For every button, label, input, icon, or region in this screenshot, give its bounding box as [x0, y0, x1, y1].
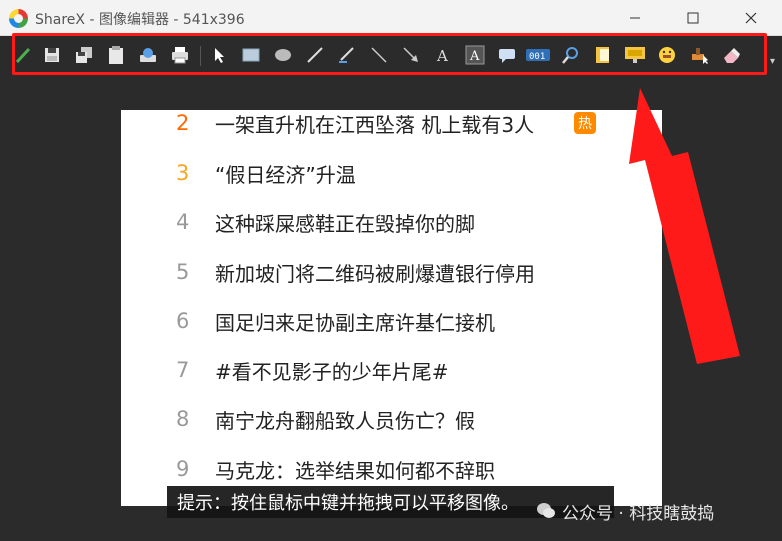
wechat-icon — [537, 503, 555, 518]
watermark: 公众号 · 科技瞎鼓捣 — [536, 498, 714, 524]
watermark-text: 公众号 · 科技瞎鼓捣 — [562, 503, 715, 524]
annotation-arrow — [629, 88, 740, 364]
